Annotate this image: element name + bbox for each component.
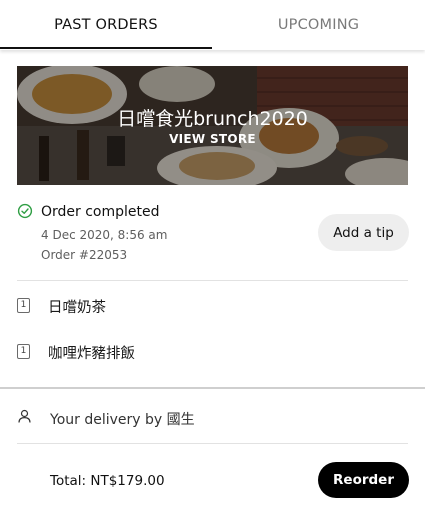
- item-name: 咖哩炸豬排飯: [48, 346, 135, 362]
- view-store-link[interactable]: VIEW STORE: [17, 132, 408, 146]
- active-tab-indicator: [0, 47, 212, 49]
- tab-past-orders[interactable]: PAST ORDERS: [0, 0, 212, 50]
- section-divider: [0, 387, 425, 389]
- order-total: Total: NT$179.00: [50, 473, 165, 489]
- order-number: Order #22053: [41, 248, 128, 262]
- section-divider: [17, 443, 408, 444]
- order-date: 4 Dec 2020, 8:56 am: [41, 228, 168, 242]
- section-divider: [17, 280, 408, 281]
- order-tabs: PAST ORDERS UPCOMING: [0, 0, 425, 50]
- tab-upcoming[interactable]: UPCOMING: [212, 0, 425, 50]
- add-tip-button[interactable]: Add a tip: [318, 214, 409, 251]
- store-banner[interactable]: 日嚐食光brunch2020 VIEW STORE: [17, 66, 408, 185]
- item-name: 日嚐奶茶: [48, 300, 106, 316]
- order-status: Order completed: [41, 204, 160, 220]
- item-quantity: 1: [17, 298, 30, 313]
- person-icon: [18, 409, 31, 423]
- delivery-courier: Your delivery by 國生: [50, 412, 195, 428]
- store-name: 日嚐食光brunch2020: [117, 108, 308, 130]
- reorder-button[interactable]: Reorder: [318, 462, 409, 498]
- check-circle-icon: [17, 203, 33, 219]
- item-quantity: 1: [17, 344, 30, 359]
